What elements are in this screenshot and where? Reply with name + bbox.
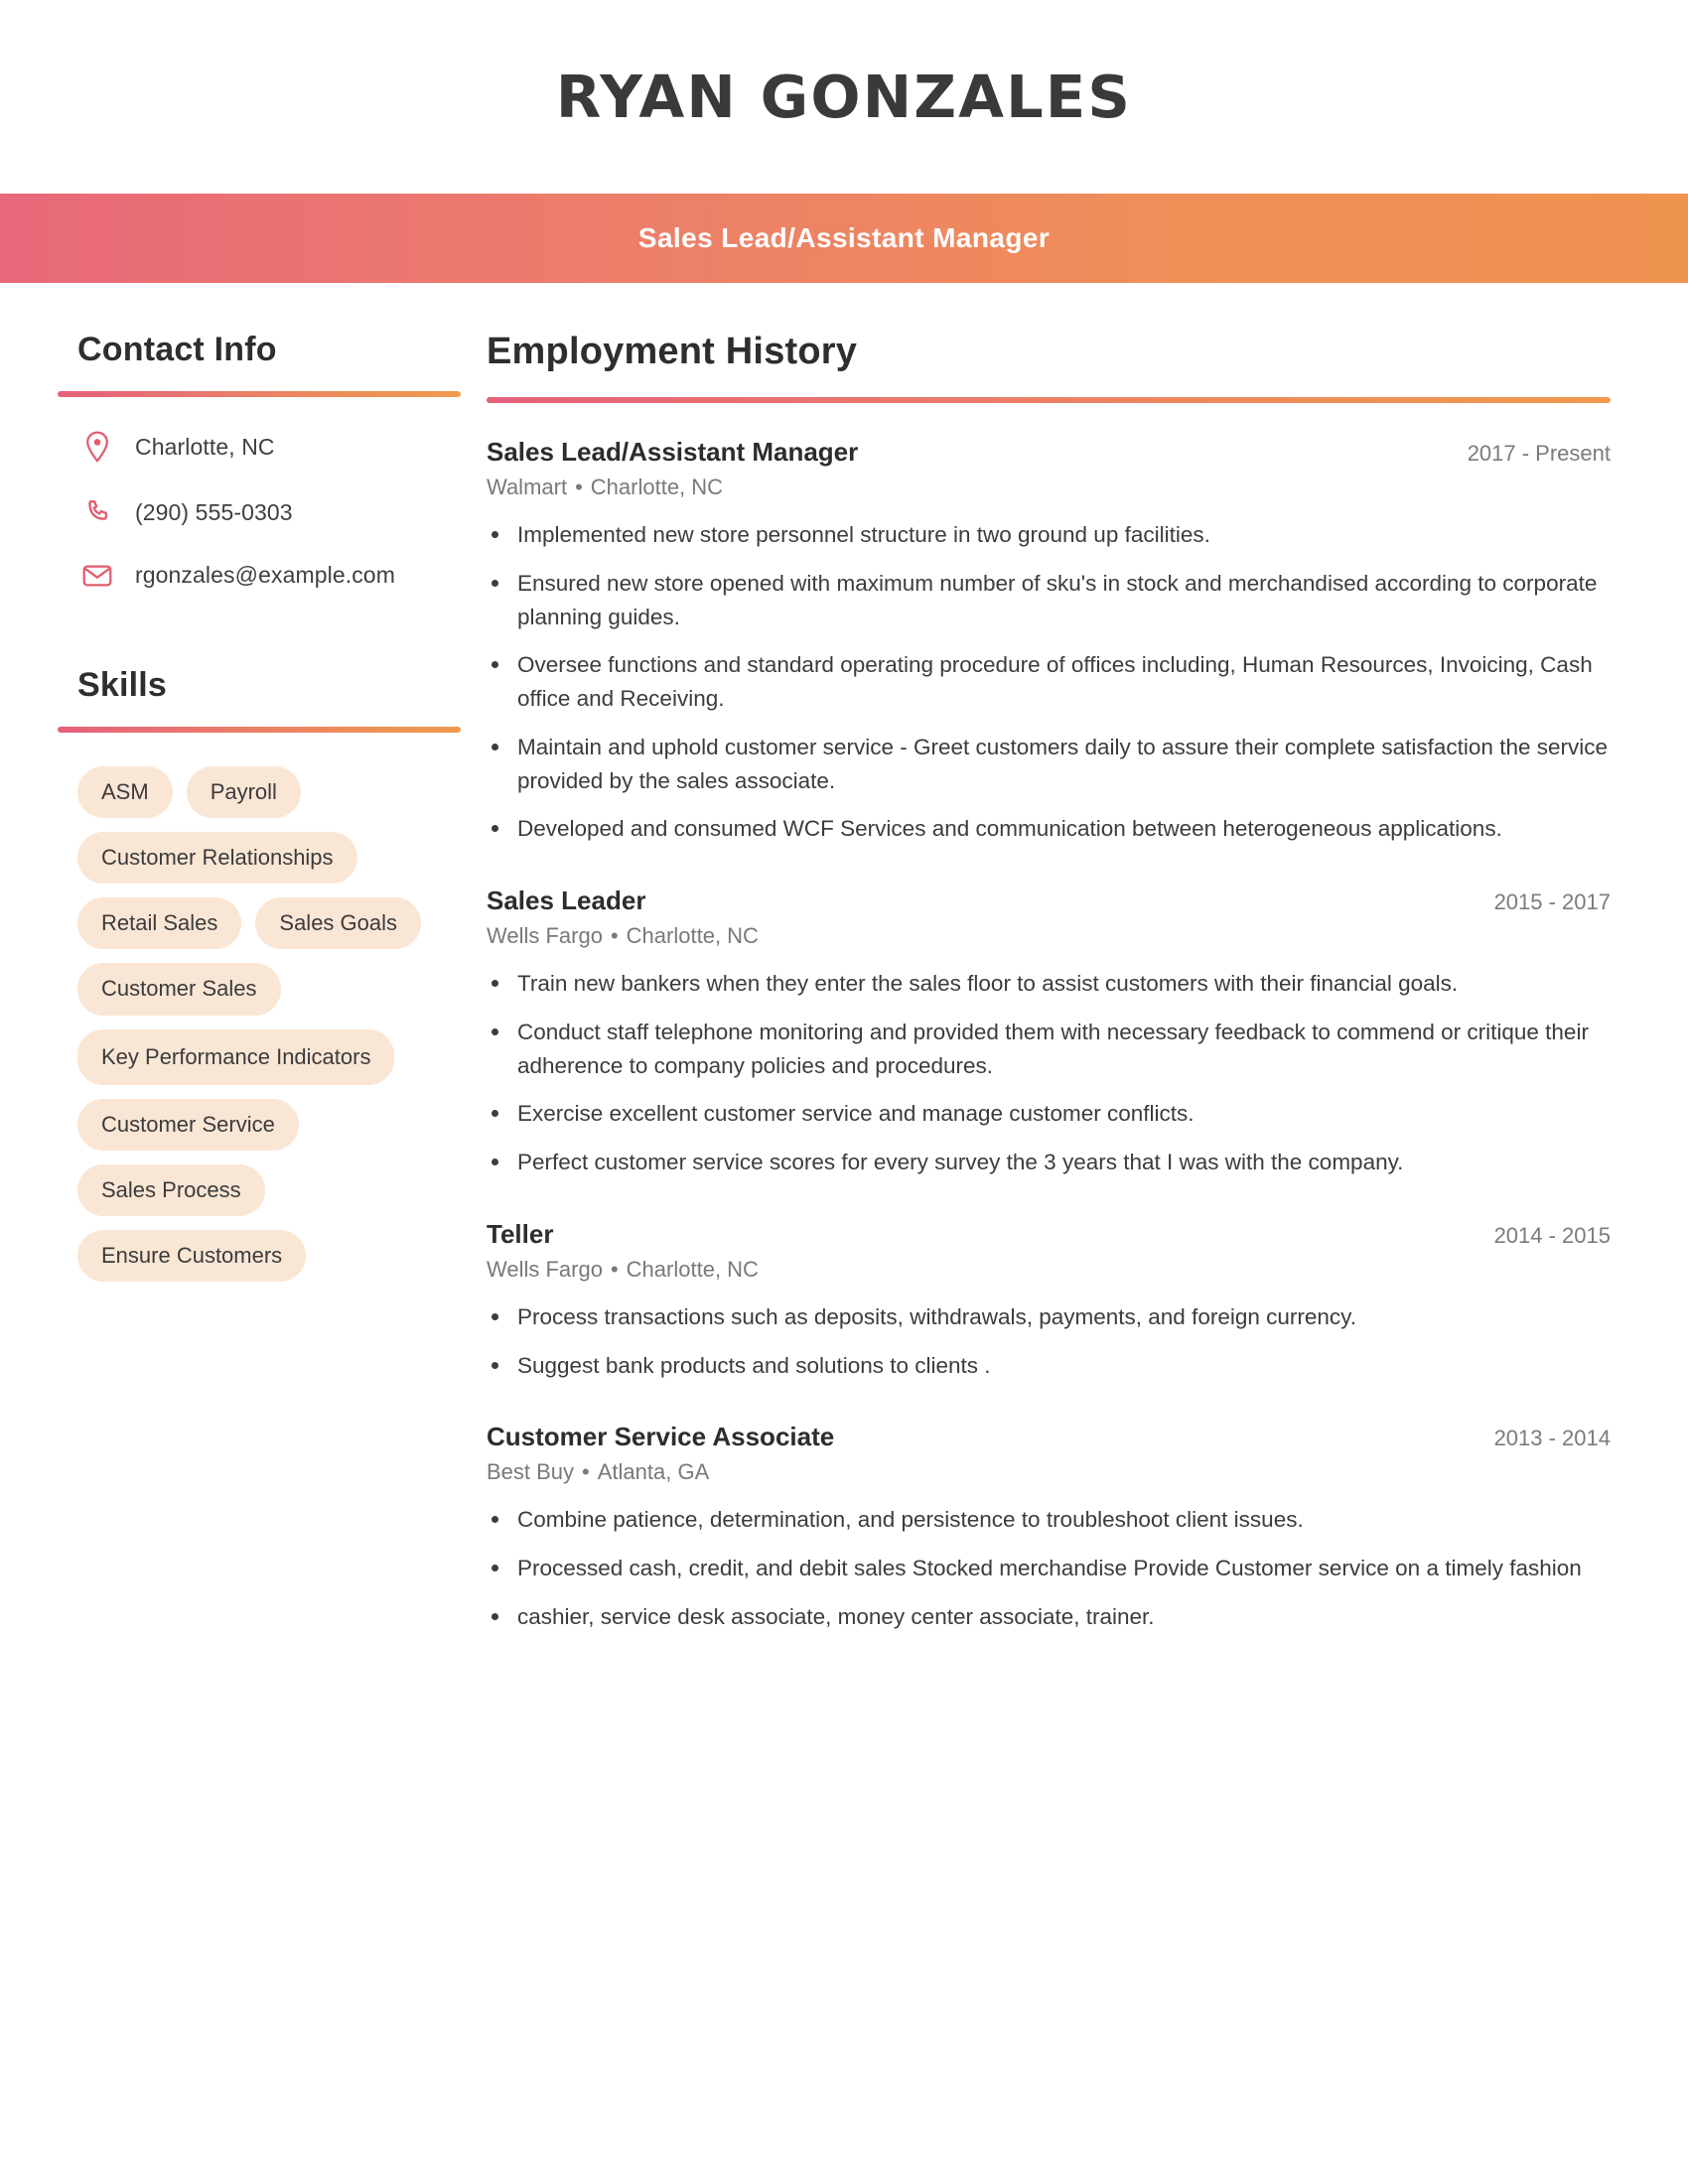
skill-row: Customer Service [77, 1098, 461, 1151]
skill-row: Key Performance Indicators [77, 1028, 461, 1085]
section-divider [58, 391, 461, 397]
job-bullet: Implemented new store personnel structur… [487, 518, 1611, 552]
contact-item-location: Charlotte, NC [77, 431, 461, 463]
skills-heading: Skills [77, 666, 168, 704]
job-company: Best Buy [487, 1459, 575, 1485]
job-location: Atlanta, GA [597, 1459, 710, 1485]
skill-row: Retail Sales Sales Goals [77, 897, 461, 950]
job-entry: Customer Service Associate 2013 - 2014 B… [487, 1422, 1611, 1633]
skill-row: Ensure Customers [77, 1230, 461, 1283]
skill-pill: Customer Service [77, 1098, 299, 1151]
job-company-location: Wells Fargo • Charlotte, NC [487, 923, 1611, 949]
job-header: Customer Service Associate 2013 - 2014 [487, 1422, 1611, 1452]
skill-pill: ASM [77, 766, 173, 819]
skill-pill: Customer Sales [77, 963, 281, 1016]
job-location: Charlotte, NC [590, 475, 724, 499]
job-dates: 2015 - 2017 [1493, 889, 1611, 914]
skill-pill: Payroll [186, 766, 301, 819]
separator-dot: • [575, 475, 583, 499]
contact-location-value: Charlotte, NC [135, 433, 275, 460]
sidebar: Contact Info Charlotte, NC (290) 555-030… [0, 331, 487, 1296]
job-bullet: Process transactions such as deposits, w… [487, 1300, 1611, 1334]
employment-history-section: Employment History Sales Lead/Assistant … [487, 331, 1688, 1674]
email-icon [77, 563, 117, 589]
job-company-location: Wells Fargo • Charlotte, NC [487, 1257, 1611, 1283]
resume-body: Contact Info Charlotte, NC (290) 555-030… [0, 283, 1688, 1674]
job-company: Wells Fargo [487, 923, 603, 948]
job-title: Sales Leader [487, 886, 646, 915]
job-dates: 2017 - Present [1467, 441, 1611, 466]
job-location: Charlotte, NC [626, 923, 759, 948]
job-bullet-list: Train new bankers when they enter the sa… [487, 967, 1611, 1179]
job-title: Teller [487, 1218, 554, 1249]
job-bullet: Suggest bank products and solutions to c… [487, 1349, 1611, 1383]
skill-pill: Customer Relationships [77, 832, 357, 885]
employment-history-heading: Employment History [487, 331, 858, 372]
job-company-location: Best Buy • Atlanta, GA [487, 1459, 1611, 1485]
job-bullet: Processed cash, credit, and debit sales … [487, 1552, 1611, 1585]
job-bullet: Conduct staff telephone monitoring and p… [487, 1016, 1611, 1083]
job-entry: Sales Leader 2015 - 2017 Wells Fargo • Cha… [487, 886, 1611, 1179]
job-bullet: Perfect customer service scores for ever… [487, 1146, 1611, 1179]
contact-email-value: rgonzales@example.com [135, 562, 395, 588]
skill-pill: Sales Process [77, 1163, 265, 1217]
separator-dot: • [582, 1459, 590, 1485]
contact-info-section: Contact Info Charlotte, NC (290) 555-030… [58, 331, 461, 589]
job-bullet-list: Combine patience, determination, and per… [487, 1503, 1611, 1633]
skill-row: Customer Sales [77, 963, 461, 1016]
job-bullet-list: Process transactions such as deposits, w… [487, 1300, 1611, 1383]
job-dates: 2013 - 2014 [1493, 1426, 1611, 1451]
skill-row: Sales Process [77, 1163, 461, 1217]
section-divider [487, 397, 1611, 403]
job-bullet: Developed and consumed WCF Services and … [487, 812, 1611, 846]
job-bullet: Ensured new store opened with maximum nu… [487, 567, 1611, 634]
phone-icon [77, 498, 117, 526]
job-bullet: Maintain and uphold customer service - G… [487, 731, 1611, 798]
contact-list: Charlotte, NC (290) 555-0303 rgonzales@e… [77, 431, 461, 589]
contact-info-heading: Contact Info [77, 331, 277, 368]
job-title: Customer Service Associate [487, 1422, 835, 1452]
skill-pill: Retail Sales [77, 897, 242, 950]
job-bullet-list: Implemented new store personnel structur… [487, 518, 1611, 846]
location-pin-icon [77, 431, 117, 463]
job-company-location: Walmart • Charlotte, NC [487, 475, 1611, 500]
job-bullet: Exercise excellent customer service and … [487, 1097, 1611, 1131]
skills-section: Skills ASM Payroll Customer Relationship… [58, 666, 461, 1283]
job-company: Walmart [487, 475, 568, 499]
job-company: Wells Fargo [487, 1256, 603, 1282]
job-title-banner: Sales Lead/Assistant Manager [0, 194, 1688, 283]
job-header: Sales Leader 2015 - 2017 [487, 886, 1611, 916]
job-entry: Sales Lead/Assistant Manager 2017 - Pres… [487, 437, 1611, 846]
contact-item-email: rgonzales@example.com [77, 562, 461, 589]
separator-dot: • [610, 923, 619, 948]
skill-row: Customer Relationships [77, 832, 461, 885]
skills-list: ASM Payroll Customer Relationships Retai… [77, 766, 461, 1283]
resume-header: RYAN GONZALES [0, 0, 1688, 194]
skill-row: ASM Payroll [77, 766, 461, 819]
skill-pill: Sales Goals [255, 897, 422, 950]
job-header: Sales Lead/Assistant Manager 2017 - Pres… [487, 437, 1611, 468]
header-subtitle: Sales Lead/Assistant Manager [637, 222, 1051, 253]
skill-pill: Ensure Customers [77, 1230, 307, 1283]
contact-phone-value: (290) 555-0303 [135, 498, 293, 525]
job-bullet: Combine patience, determination, and per… [487, 1503, 1611, 1537]
job-entry: Teller 2014 - 2015 Wells Fargo • Charlotte… [487, 1219, 1611, 1383]
page-title: RYAN GONZALES [555, 63, 1133, 131]
job-title: Sales Lead/Assistant Manager [487, 437, 859, 467]
job-location: Charlotte, NC [626, 1256, 759, 1282]
job-bullet: cashier, service desk associate, money c… [487, 1600, 1611, 1634]
skill-pill: Key Performance Indicators [77, 1028, 395, 1085]
job-bullet: Train new bankers when they enter the sa… [487, 967, 1611, 1001]
contact-item-phone: (290) 555-0303 [77, 498, 461, 526]
section-divider [58, 727, 461, 733]
separator-dot: • [610, 1256, 619, 1282]
job-dates: 2014 - 2015 [1493, 1222, 1611, 1248]
job-header: Teller 2014 - 2015 [487, 1219, 1611, 1250]
job-bullet: Oversee functions and standard operating… [487, 648, 1611, 716]
